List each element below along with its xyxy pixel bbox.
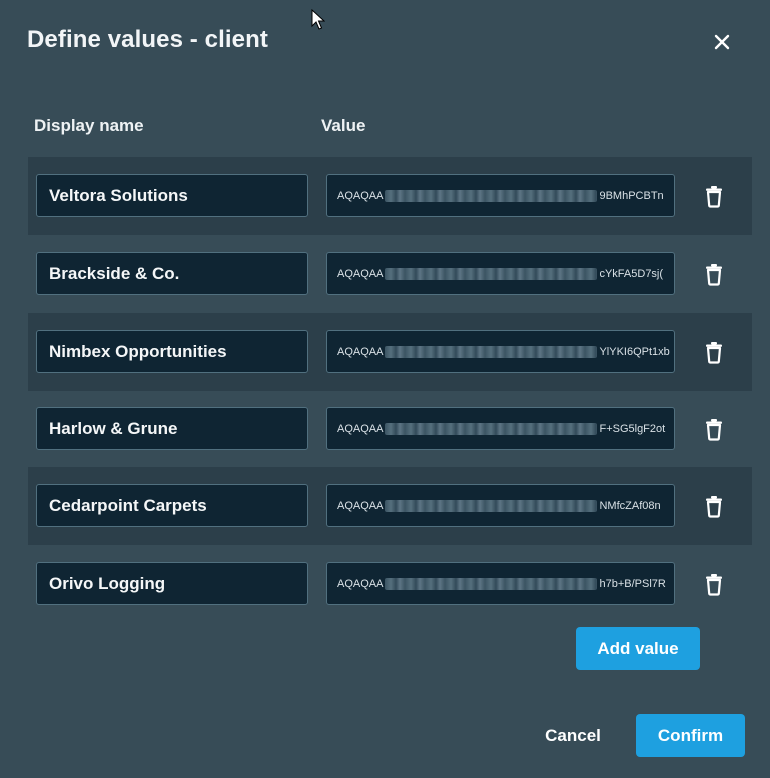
redacted-value [385,422,598,435]
value-input[interactable]: AQAQAA YlYKI6QPt1xb [326,330,675,373]
display-name-input[interactable]: Nimbex Opportunities [36,330,308,373]
value-prefix: AQAQAA [337,189,384,202]
add-value-button[interactable]: Add value [576,627,700,670]
value-suffix: F+SG5lgF2ot [599,422,666,435]
redacted-value [385,267,598,280]
close-icon[interactable] [706,26,738,58]
display-name-input[interactable]: Veltora Solutions [36,174,308,217]
cancel-button[interactable]: Cancel [530,714,616,757]
trash-icon[interactable] [703,340,725,364]
display-name-input[interactable]: Brackside & Co. [36,252,308,295]
value-row: Veltora Solutions AQAQAA 9BMhPCBTn [28,157,752,235]
value-input[interactable]: AQAQAA 9BMhPCBTn [326,174,675,217]
value-row: Nimbex Opportunities AQAQAA YlYKI6QPt1xb [28,313,752,391]
redacted-value [385,577,598,590]
value-prefix: AQAQAA [337,267,384,280]
value-prefix: AQAQAA [337,499,384,512]
display-name-input[interactable]: Orivo Logging [36,562,308,605]
mouse-pointer-icon [311,9,325,30]
value-prefix: AQAQAA [337,577,384,590]
value-suffix: NMfcZAf08n [599,499,661,512]
redacted-value [385,345,598,358]
value-suffix: h7b+B/PSl7R [599,577,666,590]
trash-icon[interactable] [703,572,725,596]
value-suffix: YlYKI6QPt1xb [599,345,670,358]
define-values-dialog: Define values - client Display name Valu… [0,0,770,778]
trash-icon[interactable] [703,417,725,441]
trash-icon[interactable] [703,262,725,286]
value-prefix: AQAQAA [337,422,384,435]
value-input[interactable]: AQAQAA F+SG5lgF2ot [326,407,675,450]
value-input[interactable]: AQAQAA cYkFA5D7sj( [326,252,675,295]
value-suffix: 9BMhPCBTn [599,189,664,202]
trash-icon[interactable] [703,184,725,208]
display-name-input[interactable]: Harlow & Grune [36,407,308,450]
value-row: Harlow & Grune AQAQAA F+SG5lgF2ot [28,390,752,468]
redacted-value [385,499,598,512]
value-row: Orivo Logging AQAQAA h7b+B/PSl7R [28,545,752,623]
dialog-title: Define values - client [27,26,268,53]
value-row: Brackside & Co. AQAQAA cYkFA5D7sj( [28,235,752,313]
column-header-value: Value [321,116,366,135]
value-input[interactable]: AQAQAA h7b+B/PSl7R [326,562,675,605]
display-name-input[interactable]: Cedarpoint Carpets [36,484,308,527]
value-suffix: cYkFA5D7sj( [599,267,664,280]
confirm-button[interactable]: Confirm [636,714,745,757]
column-header-display-name: Display name [34,116,144,135]
value-prefix: AQAQAA [337,345,384,358]
value-row: Cedarpoint Carpets AQAQAA NMfcZAf08n [28,467,752,545]
trash-icon[interactable] [703,494,725,518]
redacted-value [385,189,598,202]
value-input[interactable]: AQAQAA NMfcZAf08n [326,484,675,527]
